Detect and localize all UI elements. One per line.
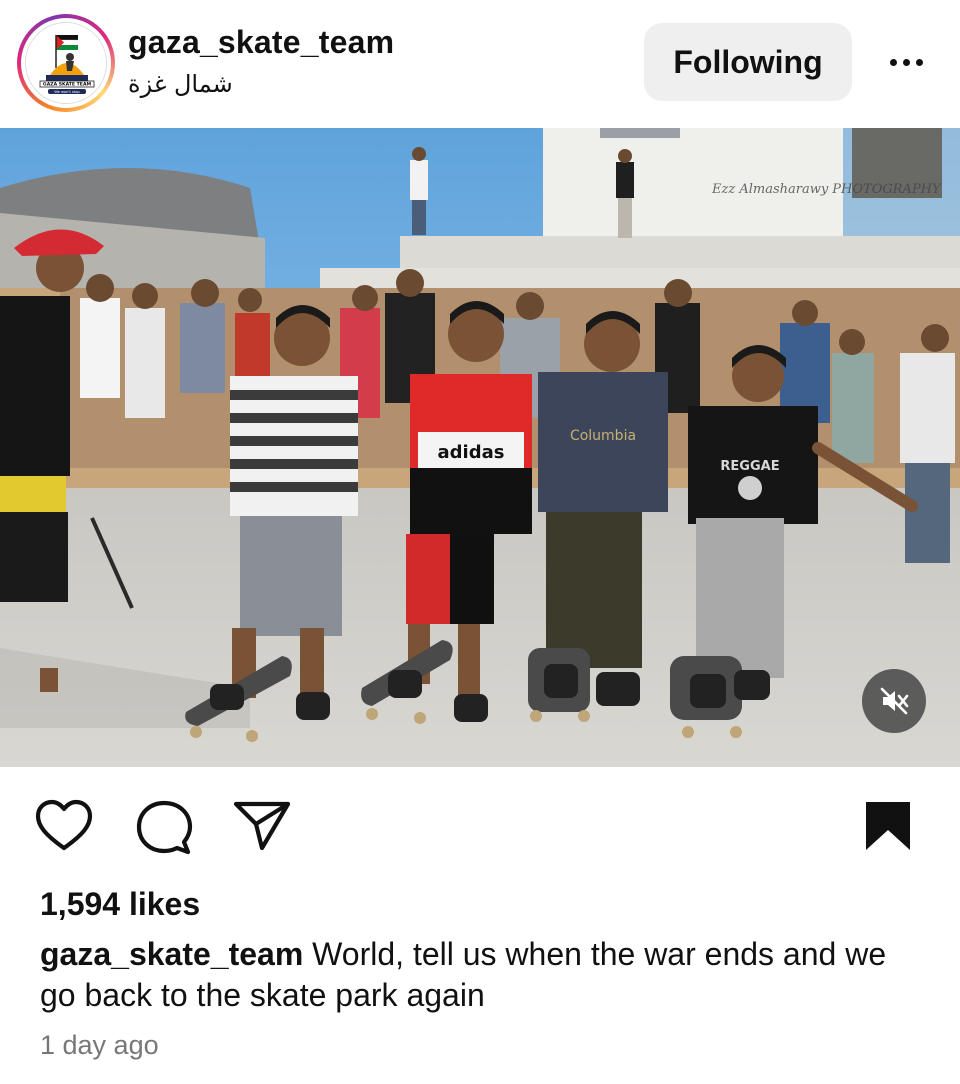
likes-count[interactable]: 1,594 likes <box>40 886 200 923</box>
shirt-text-adidas: adidas <box>438 442 505 463</box>
paper-plane-icon[interactable] <box>232 798 292 854</box>
muted-speaker-icon[interactable] <box>862 669 926 733</box>
bookmark-icon[interactable] <box>864 800 912 852</box>
shirt-text-columbia: Columbia <box>570 428 636 444</box>
avatar-text-top: GAZA SKATE TEAM <box>43 82 92 88</box>
avatar-text-bottom: We won't stop <box>54 90 80 94</box>
more-options-icon[interactable] <box>880 40 932 84</box>
avatar[interactable]: GAZA SKATE TEAM We won't stop <box>25 22 107 104</box>
heart-icon[interactable] <box>34 798 94 854</box>
avatar-frame: GAZA SKATE TEAM We won't stop <box>21 18 111 108</box>
story-ring[interactable]: GAZA SKATE TEAM We won't stop <box>17 14 115 112</box>
post-photo[interactable]: adidas Columbia REGGAE Ezz Almasharawy P… <box>0 128 960 767</box>
post-header: GAZA SKATE TEAM We won't stop gaza_skate… <box>0 0 960 128</box>
comment-bubble-icon[interactable] <box>134 798 194 858</box>
post-timestamp: 1 day ago <box>40 1030 159 1060</box>
following-button[interactable]: Following <box>644 23 852 101</box>
shirt-text-reggae: REGGAE <box>720 459 779 474</box>
photo-watermark: Ezz Almasharawy PHOTOGRAPHY <box>712 182 941 197</box>
post-username[interactable]: gaza_skate_team <box>128 24 394 61</box>
photo-scene: adidas Columbia REGGAE <box>0 128 960 767</box>
muted-speaker-glyph <box>880 687 909 715</box>
post-caption: gaza_skate_team World, tell us when the … <box>40 934 920 1016</box>
post-location[interactable]: شمال غزة <box>128 70 233 98</box>
caption-username[interactable]: gaza_skate_team <box>40 936 303 972</box>
avatar-logo-icon: GAZA SKATE TEAM We won't stop <box>26 23 106 103</box>
